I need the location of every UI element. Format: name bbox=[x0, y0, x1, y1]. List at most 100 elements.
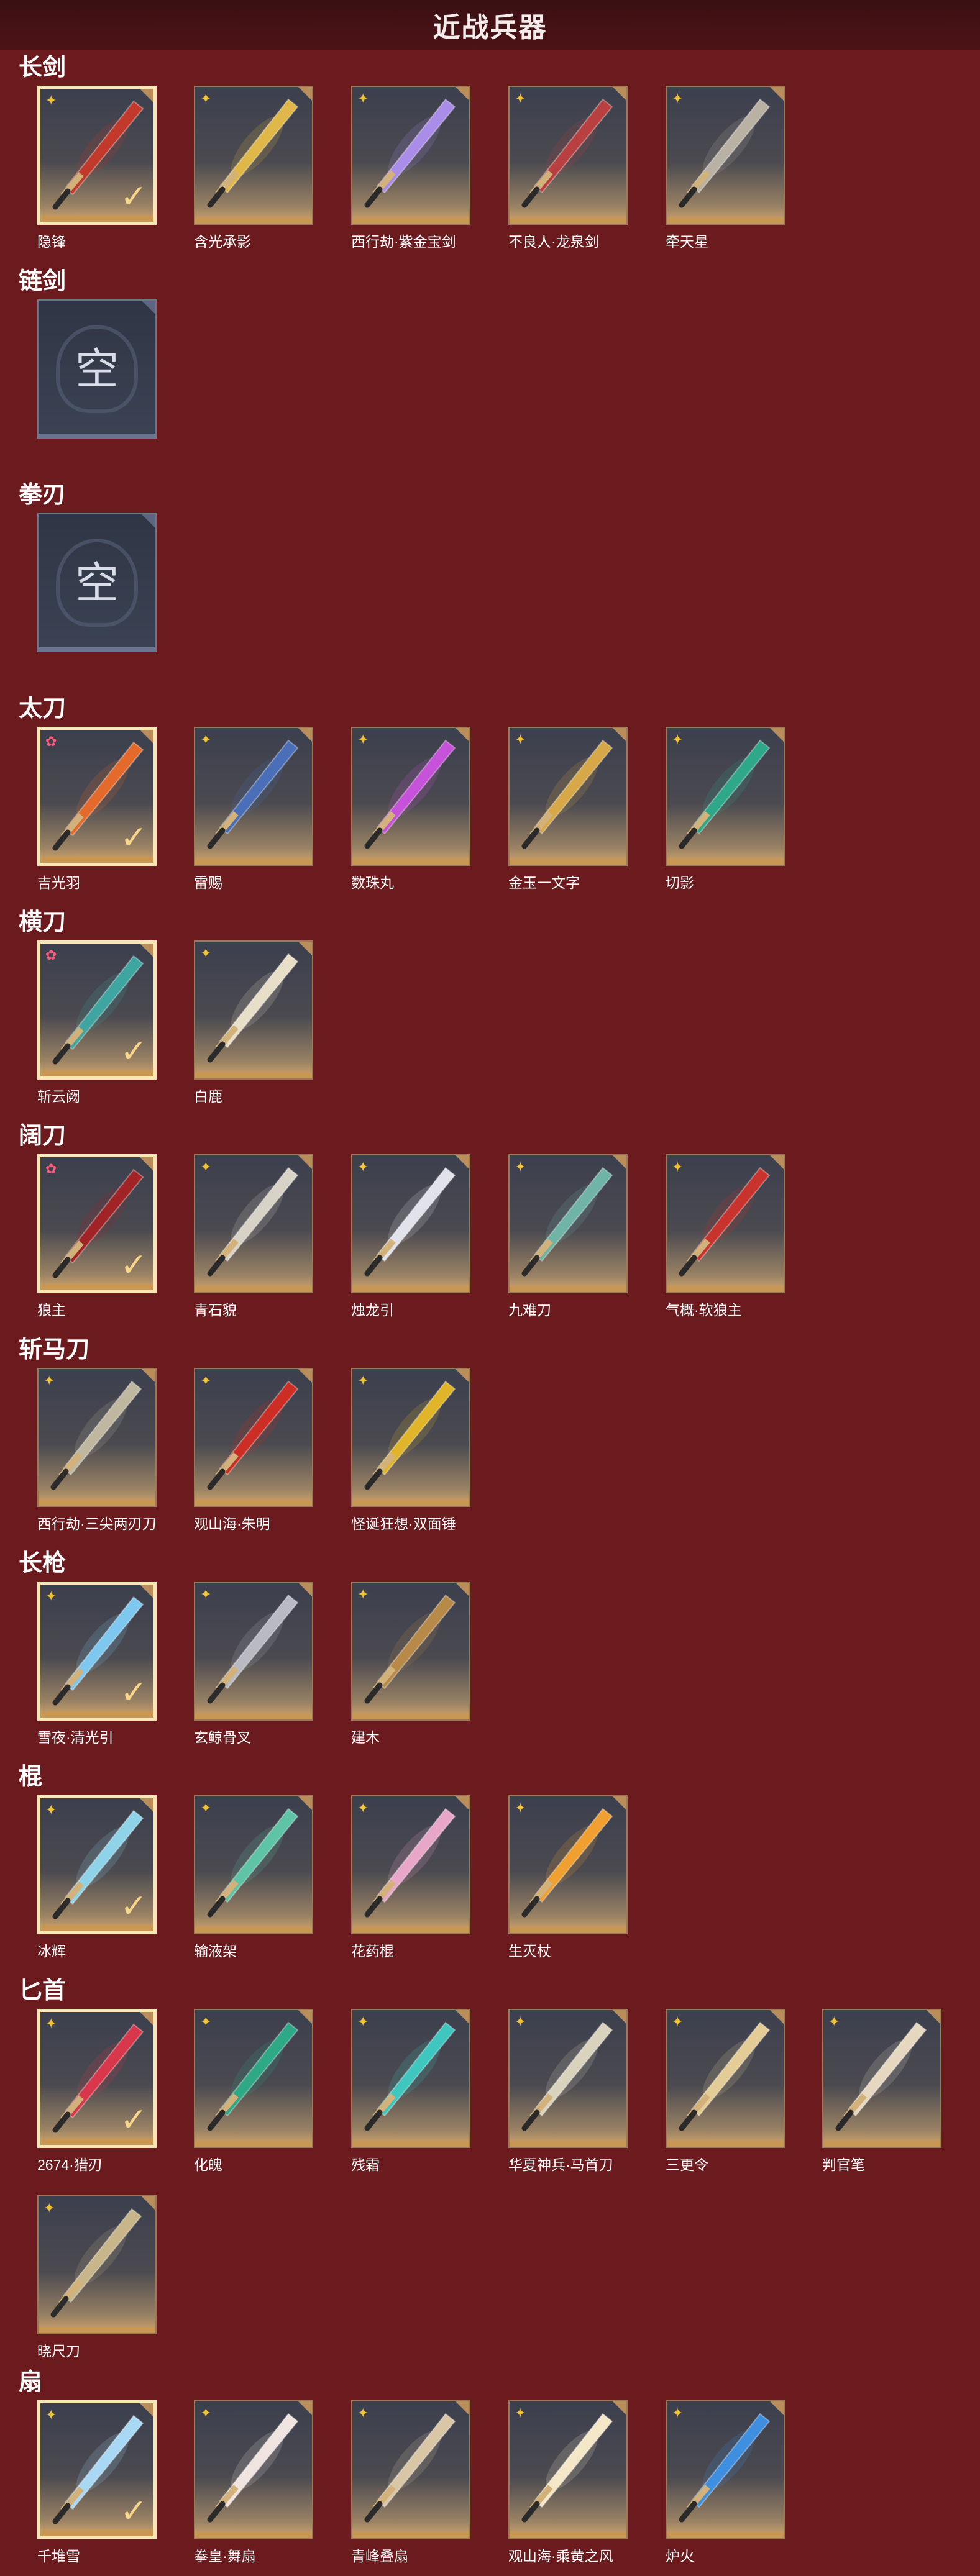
rarity-bar bbox=[352, 1927, 469, 1933]
sparkle-badge-icon: ✦ bbox=[45, 93, 57, 108]
weapon-card[interactable]: ✦ bbox=[351, 86, 470, 225]
weapon-card[interactable]: ✦ bbox=[351, 727, 470, 866]
star-badge-icon: ✿ bbox=[45, 947, 57, 963]
weapon-image bbox=[835, 2021, 927, 2131]
weapon-card[interactable]: ✦ bbox=[37, 1368, 157, 1507]
weapon-name: 2674·猎刃 bbox=[37, 2157, 103, 2173]
weapon-card[interactable]: ✿ ✓ bbox=[37, 727, 157, 866]
weapon-image bbox=[364, 1380, 456, 1490]
weapon-image bbox=[679, 739, 771, 849]
weapon-card[interactable]: ✦ bbox=[351, 1795, 470, 1934]
weapon-card[interactable]: ✦ bbox=[194, 1582, 313, 1721]
weapon-card[interactable]: ✦ bbox=[194, 727, 313, 866]
section-title: 长剑 bbox=[19, 55, 66, 81]
rarity-bar bbox=[352, 1713, 469, 1719]
weapon-name: 金玉一文字 bbox=[508, 875, 580, 891]
weapon-image bbox=[207, 1167, 299, 1277]
weapon-name: 三更令 bbox=[666, 2157, 708, 2173]
sparkle-badge-icon: ✦ bbox=[200, 945, 212, 961]
checkmark-icon: ✓ bbox=[120, 2102, 147, 2138]
weapon-card[interactable]: 空 bbox=[37, 513, 157, 652]
weapon-name: 斩云阙 bbox=[37, 1088, 80, 1104]
weapon-card[interactable]: ✦ ✓ bbox=[37, 2009, 157, 2148]
weapon-card[interactable]: ✦ bbox=[666, 727, 785, 866]
rarity-bar bbox=[667, 2141, 784, 2147]
rarity-bar bbox=[667, 217, 784, 224]
weapon-card[interactable]: ✦ ✓ bbox=[37, 86, 157, 225]
weapon-image bbox=[50, 2208, 142, 2318]
sparkle-badge-icon: ✦ bbox=[200, 2014, 212, 2029]
weapon-card[interactable]: ✦ bbox=[508, 86, 628, 225]
weapon-image bbox=[521, 739, 613, 849]
section-title: 扇 bbox=[19, 2369, 43, 2395]
weapon-card[interactable]: ✦ bbox=[194, 1154, 313, 1293]
sparkle-badge-icon: ✦ bbox=[200, 732, 212, 747]
weapon-card[interactable]: ✦ bbox=[351, 2400, 470, 2539]
weapon-card[interactable]: ✦ bbox=[351, 2009, 470, 2148]
weapon-card[interactable]: ✦ ✓ bbox=[37, 1582, 157, 1721]
weapon-image bbox=[207, 1380, 299, 1490]
weapon-card[interactable]: ✦ bbox=[194, 86, 313, 225]
weapon-image bbox=[521, 98, 613, 208]
weapon-card[interactable]: ✦ bbox=[194, 2009, 313, 2148]
weapon-image bbox=[364, 98, 456, 208]
sparkle-badge-icon: ✦ bbox=[672, 732, 684, 747]
weapon-image bbox=[521, 2413, 613, 2523]
weapon-card[interactable]: ✿ ✓ bbox=[37, 1154, 157, 1293]
page-header: 近战兵器 bbox=[0, 0, 980, 50]
weapon-name: 西行劫·紫金宝剑 bbox=[351, 234, 456, 250]
rarity-bar bbox=[40, 216, 153, 222]
sparkle-badge-icon: ✦ bbox=[44, 2200, 55, 2216]
rarity-bar bbox=[195, 2532, 312, 2538]
section-title: 拳刃 bbox=[19, 482, 66, 508]
weapon-image bbox=[364, 2021, 456, 2131]
weapon-name: 隐锋 bbox=[37, 234, 66, 250]
weapon-name: 吉光羽 bbox=[37, 875, 80, 891]
weapon-card[interactable]: ✦ bbox=[508, 1154, 628, 1293]
sparkle-badge-icon: ✦ bbox=[515, 2405, 526, 2421]
checkmark-icon: ✓ bbox=[120, 1034, 147, 1070]
weapon-image bbox=[50, 1380, 142, 1490]
weapon-image bbox=[679, 1167, 771, 1277]
weapon-name: 冰辉 bbox=[37, 1943, 66, 1959]
star-badge-icon: ✿ bbox=[45, 734, 57, 749]
sparkle-badge-icon: ✦ bbox=[672, 2405, 684, 2421]
weapon-card[interactable]: ✦ bbox=[666, 2009, 785, 2148]
weapon-card[interactable]: ✦ bbox=[351, 1154, 470, 1293]
weapon-card[interactable]: ✦ bbox=[508, 2009, 628, 2148]
weapon-name: 观山海·乘黄之风 bbox=[508, 2548, 613, 2564]
sparkle-badge-icon: ✦ bbox=[515, 1800, 526, 1816]
weapon-card[interactable]: ✦ bbox=[666, 86, 785, 225]
rarity-bar bbox=[667, 858, 784, 865]
rarity-bar bbox=[40, 857, 153, 863]
checkmark-icon: ✓ bbox=[120, 1247, 147, 1283]
weapon-card[interactable]: ✦ bbox=[508, 1795, 628, 1934]
sparkle-badge-icon: ✦ bbox=[357, 1373, 369, 1388]
rarity-bar bbox=[195, 1072, 312, 1078]
rarity-bar bbox=[352, 1500, 469, 1506]
sparkle-badge-icon: ✦ bbox=[45, 2016, 57, 2031]
weapon-name: 观山海·朱明 bbox=[194, 1516, 270, 1532]
weapon-card[interactable]: ✦ bbox=[508, 727, 628, 866]
weapon-card[interactable]: ✿ ✓ bbox=[37, 940, 157, 1080]
weapon-card[interactable]: ✦ bbox=[37, 2195, 157, 2334]
rarity-bar bbox=[39, 647, 155, 651]
weapon-card[interactable]: ✦ bbox=[351, 1582, 470, 1721]
weapon-card[interactable]: ✦ ✓ bbox=[37, 1795, 157, 1934]
weapon-card[interactable]: ✦ bbox=[194, 940, 313, 1080]
weapon-card[interactable]: ✦ bbox=[666, 2400, 785, 2539]
rarity-bar bbox=[510, 2532, 626, 2538]
weapon-card[interactable]: ✦ bbox=[351, 1368, 470, 1507]
weapon-card[interactable]: ✦ bbox=[822, 2009, 941, 2148]
weapon-card[interactable]: 空 bbox=[37, 299, 157, 439]
weapon-card[interactable]: ✦ bbox=[194, 1795, 313, 1934]
weapon-name: 白鹿 bbox=[194, 1088, 222, 1104]
rarity-bar bbox=[40, 1284, 153, 1290]
weapon-card[interactable]: ✦ bbox=[666, 1154, 785, 1293]
weapon-card[interactable]: ✦ bbox=[508, 2400, 628, 2539]
weapon-name: 华夏神兵·马首刀 bbox=[508, 2157, 613, 2173]
weapon-card[interactable]: ✦ ✓ bbox=[37, 2400, 157, 2539]
weapon-card[interactable]: ✦ bbox=[194, 1368, 313, 1507]
weapon-image bbox=[364, 2413, 456, 2523]
weapon-card[interactable]: ✦ bbox=[194, 2400, 313, 2539]
